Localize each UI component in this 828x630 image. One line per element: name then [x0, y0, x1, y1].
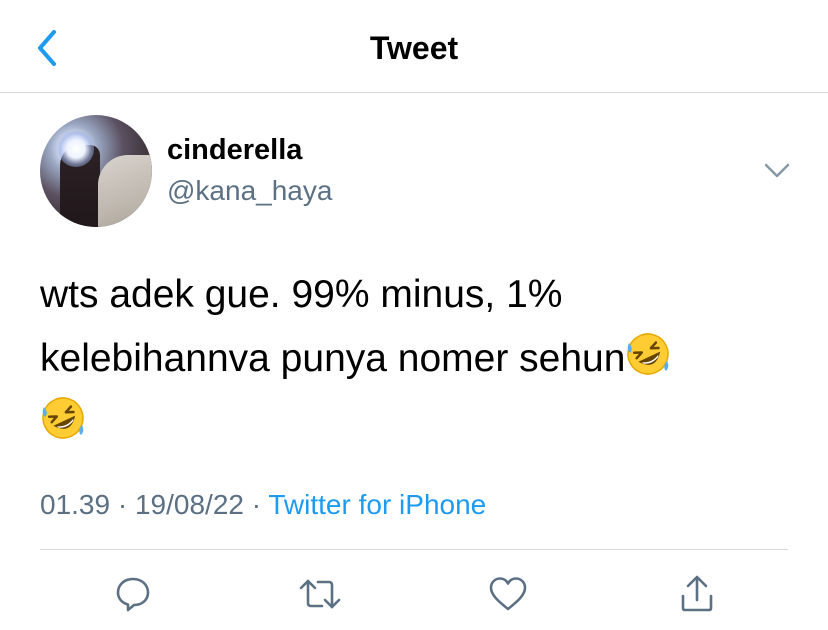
tweet-date: 19/08/22 [134, 489, 244, 520]
divider [40, 549, 788, 550]
tweet-text: wts adek gue. 99% minus, 1% kelebihannva… [40, 263, 780, 455]
author-display-name[interactable]: cinderella [167, 134, 302, 167]
avatar-shirt [98, 155, 152, 227]
chevron-down-icon [764, 163, 790, 178]
tweet-meta: 01.39 · 19/08/22 · Twitter for iPhone [40, 489, 486, 521]
page-title: Tweet [369, 30, 459, 66]
reply-icon [116, 577, 150, 612]
share-button[interactable] [673, 570, 721, 618]
like-icon [489, 577, 527, 611]
retweet-button[interactable] [296, 570, 344, 618]
avatar-flash [58, 131, 94, 167]
tweet-source-link[interactable]: Twitter for iPhone [268, 489, 486, 520]
meta-separator: · [251, 489, 262, 520]
retweet-icon [299, 579, 341, 609]
tweet-text-line-2: kelebihannva punya nomer sehun [40, 337, 626, 380]
tweet-text-line-1: wts adek gue. 99% minus, 1% [40, 273, 563, 316]
share-icon [681, 575, 713, 612]
like-button[interactable] [484, 570, 532, 618]
tweet-time: 01.39 [40, 489, 111, 520]
tweet-actions [0, 570, 828, 620]
avatar[interactable] [40, 115, 152, 227]
author-handle[interactable]: @kana_haya [167, 175, 332, 207]
reply-button[interactable] [109, 570, 157, 618]
more-options-button[interactable] [760, 154, 794, 188]
meta-separator: · [117, 489, 128, 520]
rolling-on-the-floor-laughing-icon [627, 333, 670, 375]
rolling-on-the-floor-laughing-icon [42, 397, 84, 439]
top-bar: Tweet [0, 0, 828, 93]
